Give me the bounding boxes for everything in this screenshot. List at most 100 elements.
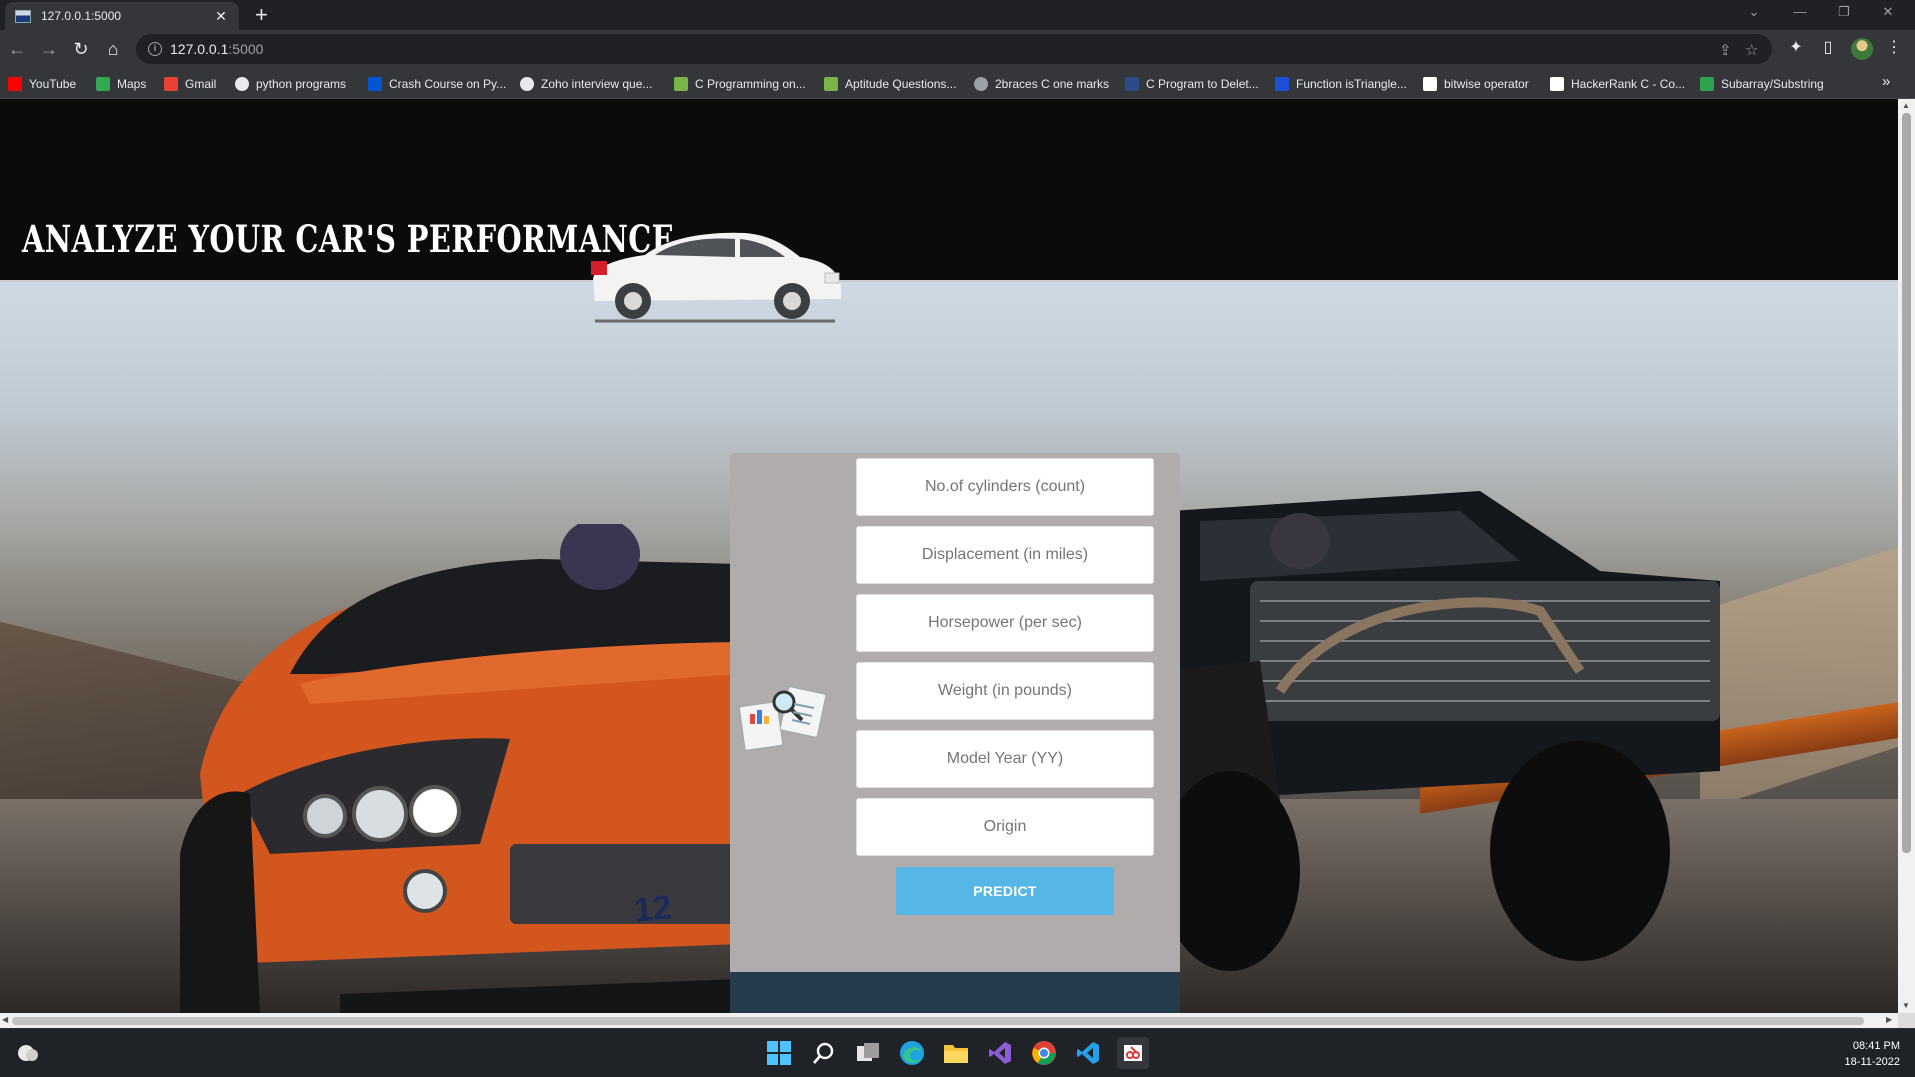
start-icon[interactable] [765,1039,793,1067]
leaf-icon [824,77,838,91]
reload-icon[interactable]: ↻ [68,36,94,62]
page-viewport: 12 ANALYZE YOUR CAR'S PERFORMANCE No.of … [0,99,1898,1013]
bookmark-item[interactable]: Zoho interview que... [520,76,652,92]
weather-icon[interactable] [14,1039,42,1067]
bookmark-item[interactable]: 2braces C one marks [974,76,1109,92]
share-icon[interactable]: ⇪ [1719,41,1732,59]
vertical-scrollbar[interactable]: ▲ ▼ [1898,99,1915,1013]
file-explorer-icon[interactable] [942,1039,970,1067]
bookmark-item[interactable]: YouTube [8,76,76,92]
snipping-tool-icon[interactable] [1117,1037,1149,1069]
bookmark-item[interactable]: HackerRank C - Co... [1550,76,1685,92]
site-favicon-icon [15,9,31,23]
bookmark-label: HackerRank C - Co... [1571,77,1686,91]
displacement-input[interactable] [856,526,1154,584]
minimize-icon[interactable]: — [1778,0,1822,24]
restore-icon[interactable]: ❐ [1822,0,1866,24]
letter-l-icon [1275,77,1289,91]
predict-button[interactable]: PREDICT [896,867,1114,915]
github-icon [235,77,249,91]
page-icon [1550,77,1564,91]
bookmark-star-icon[interactable]: ☆ [1745,41,1758,59]
bookmark-label: Function isTriangle... [1296,77,1407,91]
bookmark-item[interactable]: Aptitude Questions... [824,76,956,92]
task-view-icon[interactable] [854,1039,882,1067]
bookmark-item[interactable]: C Programming on... [674,76,806,92]
weight-input[interactable] [856,662,1154,720]
horsepower-input[interactable] [856,594,1154,652]
page-header: ANALYZE YOUR CAR'S PERFORMANCE [0,99,1898,323]
clock-date: 18-11-2022 [1844,1056,1900,1068]
clock-time: 08:41 PM [1852,1040,1900,1052]
bookmark-item[interactable]: Crash Course on Py... [368,76,506,92]
vertical-scroll-thumb[interactable] [1902,113,1911,853]
blue-square-icon [1125,77,1139,91]
edge-icon[interactable] [898,1039,926,1067]
bookmark-item[interactable]: Function isTriangle... [1275,76,1407,92]
globe-icon [974,77,988,91]
menu-kebab-icon[interactable]: ⋮ [1882,36,1906,60]
scroll-down-icon[interactable]: ▼ [1902,1001,1910,1010]
bookmark-label: python programs [256,77,347,91]
bookmark-item[interactable]: C Program to Delet... [1125,76,1259,92]
bookmark-label: 2braces C one marks [995,77,1110,91]
bookmark-item[interactable]: bitwise operator [1423,76,1529,92]
cylinders-input[interactable] [856,458,1154,516]
page-icon [1423,77,1437,91]
close-window-icon[interactable]: ✕ [1866,0,1910,24]
leaf-icon [674,77,688,91]
profile-avatar[interactable] [1851,38,1873,60]
maps-icon [96,77,110,91]
page-title: ANALYZE YOUR CAR'S PERFORMANCE [22,217,675,261]
visual-studio-icon[interactable] [986,1039,1014,1067]
url-text: 127.0.0.1:5000 [170,41,263,57]
tab-search-icon[interactable]: ⌄ [1732,0,1776,24]
scroll-up-icon[interactable]: ▲ [1902,101,1910,110]
site-info-icon[interactable]: i [148,42,162,56]
url-port: :5000 [228,41,264,57]
browser-toolbar: ← → ↻ ⌂ i 127.0.0.1:5000 ⇪ ☆ ✦ ▯ ⋮ [0,30,1915,68]
horizontal-scrollbar[interactable]: ◀ ▶ [0,1013,1898,1028]
white-sedan-logo [591,232,841,323]
coursera-icon [368,77,382,91]
bookmark-item[interactable]: Subarray/Substring [1700,76,1824,92]
black-muscle-car-image [1160,491,1720,971]
bookmark-item[interactable]: Maps [96,76,146,92]
browser-tab[interactable]: 127.0.0.1:5000 ✕ [5,2,239,30]
back-icon[interactable]: ← [4,36,30,62]
bookmark-label: Gmail [185,77,217,91]
bookmark-label: C Programming on... [695,77,806,91]
search-icon[interactable] [810,1039,838,1067]
bookmarks-bar: » YouTube Maps Gmail python programs Crash C… [0,68,1915,99]
origin-input[interactable] [856,798,1154,856]
bookmark-label: C Program to Delet... [1146,77,1259,91]
bookmark-item[interactable]: Gmail [164,76,216,92]
tab-title: 127.0.0.1:5000 [41,9,122,23]
url-host: 127.0.0.1 [170,41,229,57]
bookmark-label: Maps [117,77,147,91]
model-year-input[interactable] [856,730,1154,788]
orange-sports-car-image: 12 [180,524,740,1013]
vscode-icon[interactable] [1074,1039,1102,1067]
bookmark-label: YouTube [29,77,77,91]
system-clock[interactable]: 08:41 PM 18-11-2022 [1830,1038,1900,1070]
scroll-left-icon[interactable]: ◀ [2,1015,8,1024]
bookmark-label: bitwise operator [1444,77,1529,91]
analysis-report-illustration [738,686,827,751]
home-icon[interactable]: ⌂ [100,36,126,62]
forward-icon[interactable]: → [36,36,62,62]
address-bar[interactable]: i 127.0.0.1:5000 ⇪ ☆ [136,34,1772,64]
chrome-icon[interactable] [1030,1039,1058,1067]
svg-text:12: 12 [632,888,674,930]
new-tab-button[interactable]: + [255,3,268,27]
horizontal-scroll-thumb[interactable] [12,1017,1864,1025]
bookmark-label: Zoho interview que... [541,77,653,91]
bookmark-item[interactable]: python programs [235,76,346,92]
tab-close-icon[interactable]: ✕ [213,8,229,25]
scrollbar-corner [1898,1013,1915,1028]
youtube-icon [8,77,22,91]
more-bookmarks-icon[interactable]: » [1882,73,1890,90]
side-panel-icon[interactable]: ▯ [1816,36,1840,60]
extensions-icon[interactable]: ✦ [1784,36,1808,60]
scroll-right-icon[interactable]: ▶ [1886,1015,1892,1024]
